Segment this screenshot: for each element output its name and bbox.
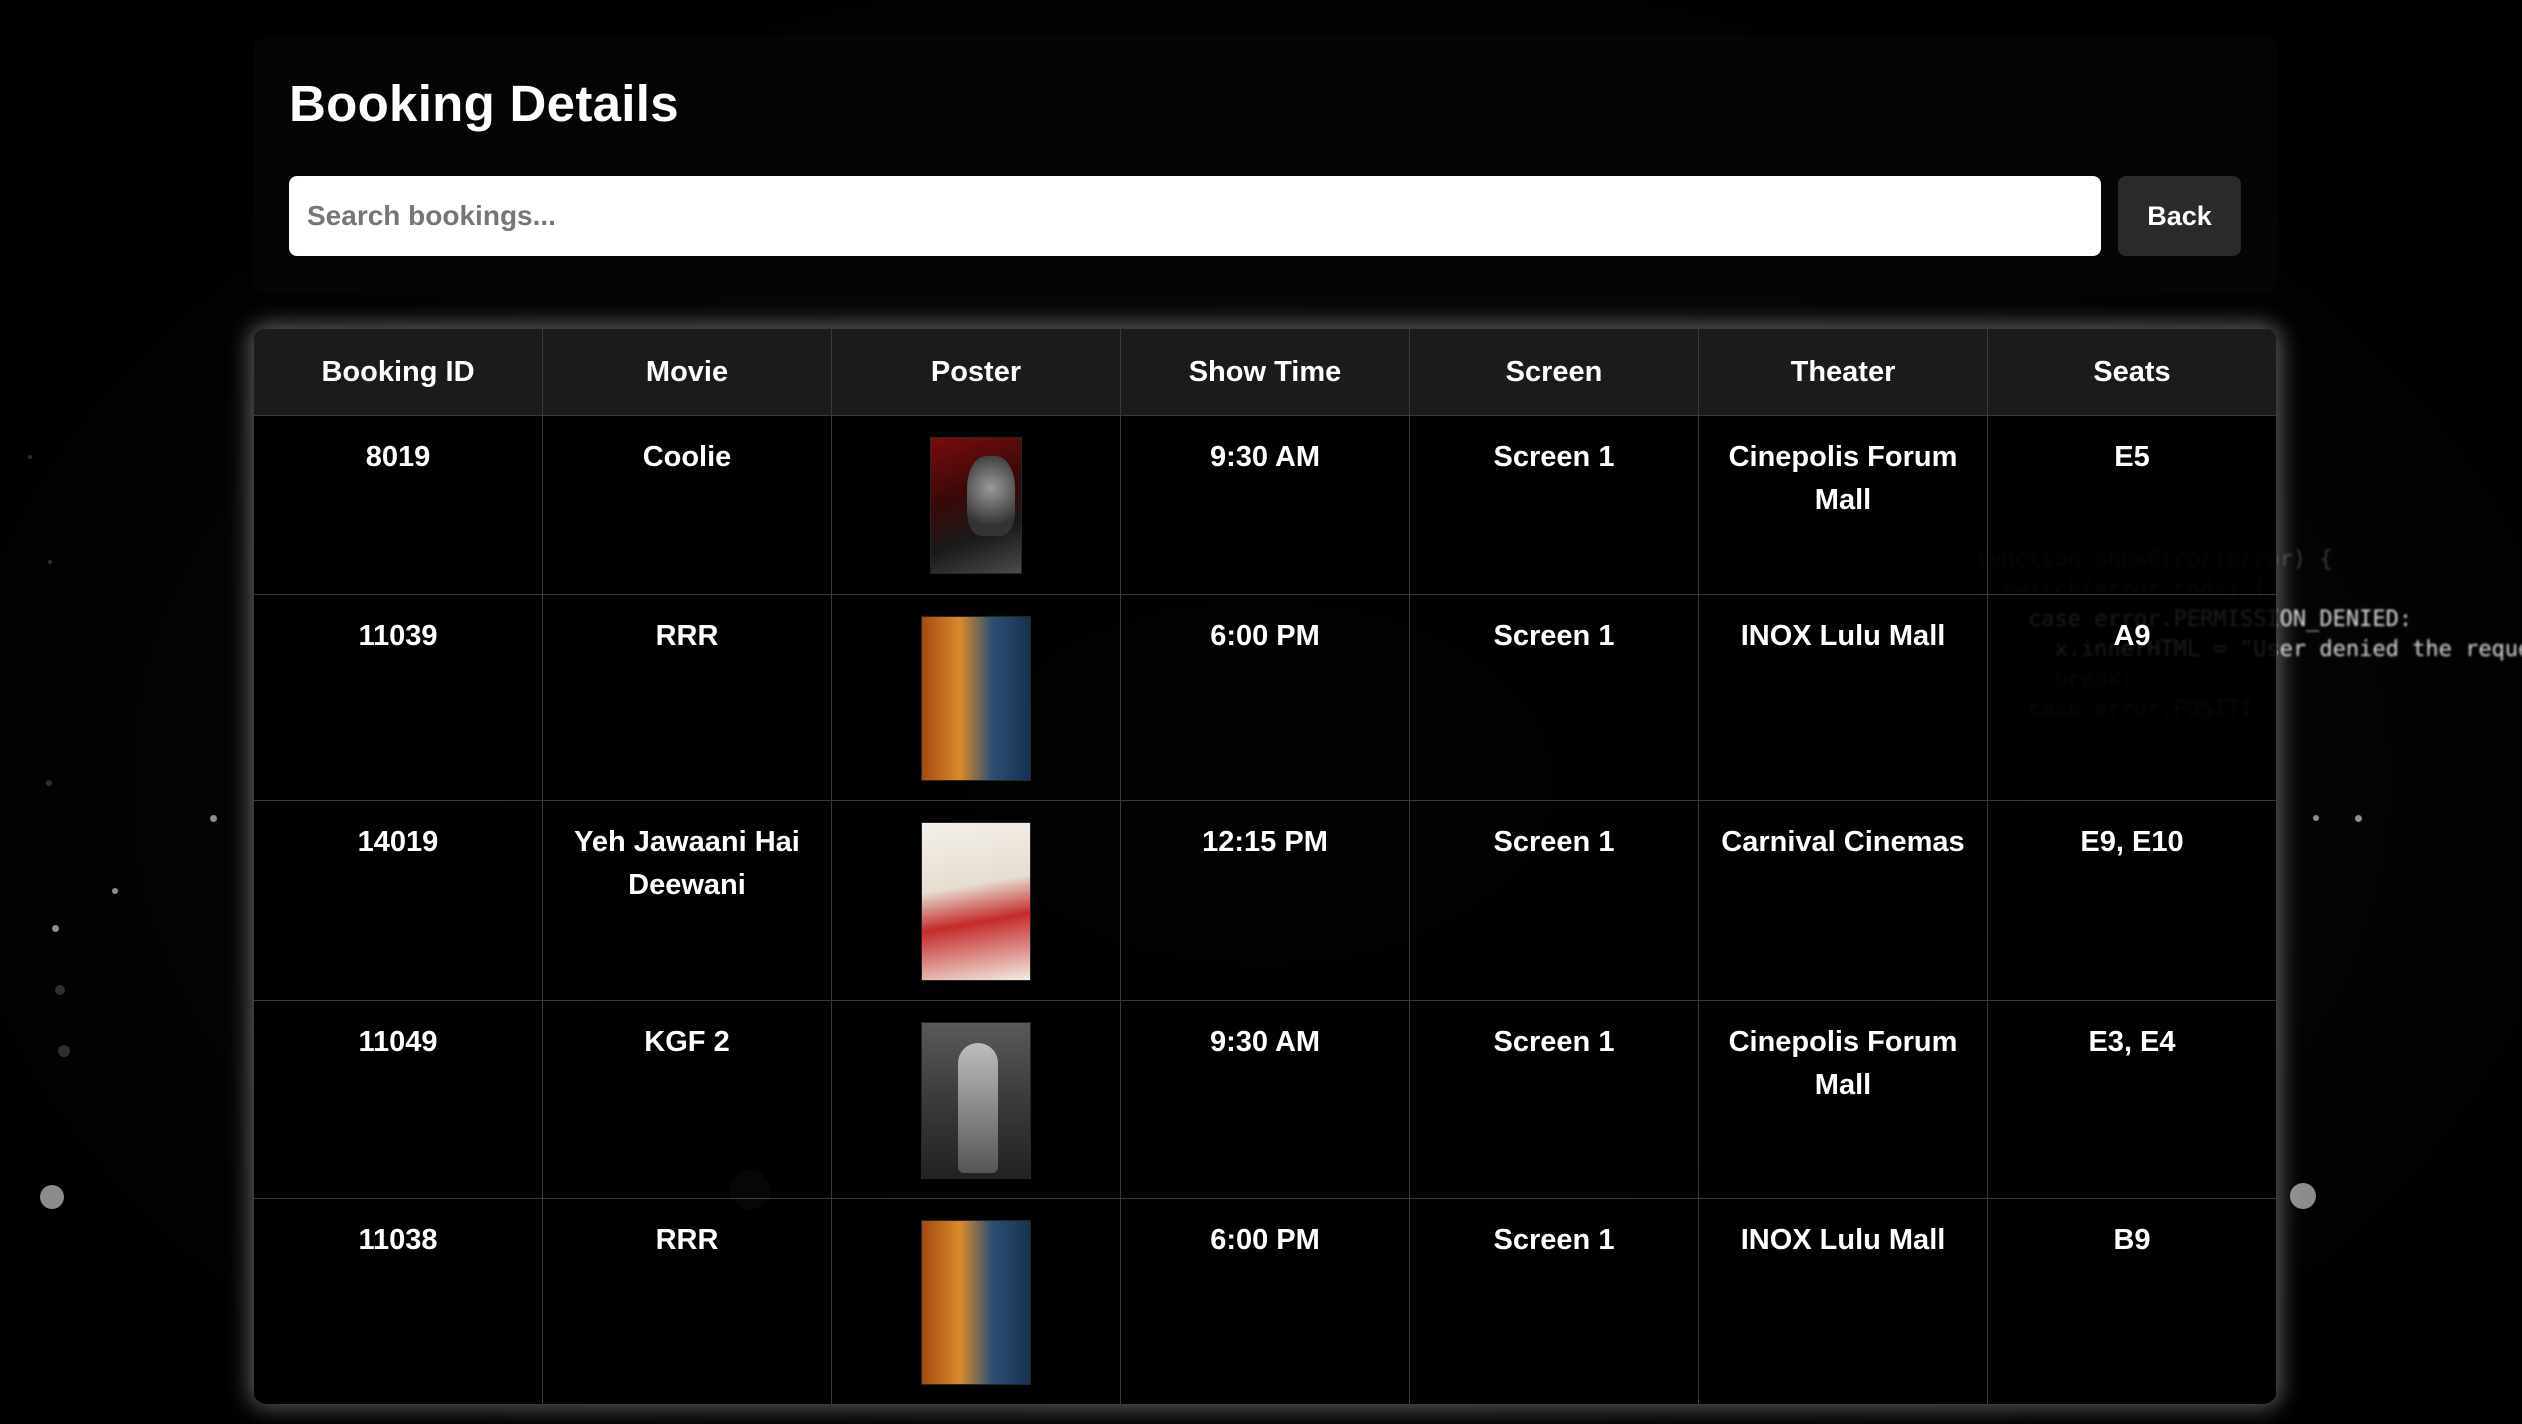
column-header-movie[interactable]: Movie [542,328,832,416]
column-header-poster[interactable]: Poster [831,328,1121,416]
seats-cell: E9, E10 [1987,800,2277,1001]
poster-cell [831,594,1121,801]
booking-id-cell: 14019 [253,800,543,1001]
kgf2-poster-image [922,1023,1030,1178]
booking-id-cell: 11039 [253,594,543,801]
poster-cell [831,1198,1121,1404]
show-time-cell: 12:15 PM [1120,800,1410,1001]
rrr-poster-image [922,1221,1030,1384]
column-header-booking-id[interactable]: Booking ID [253,328,543,416]
screen-cell: Screen 1 [1409,594,1699,801]
table-header-row: Booking ID Movie Poster Show Time Screen… [253,328,2277,416]
screen-cell: Screen 1 [1409,415,1699,595]
column-header-theater[interactable]: Theater [1698,328,1988,416]
seats-cell: B9 [1987,1198,2277,1404]
poster-cell [831,415,1121,595]
movie-cell: RRR [542,1198,832,1404]
screen-cell: Screen 1 [1409,1000,1699,1199]
column-header-show-time[interactable]: Show Time [1120,328,1410,416]
table-row[interactable]: 11038 RRR 6:00 PM Screen 1 INOX Lulu Mal… [253,1198,2277,1404]
theater-cell: INOX Lulu Mall [1698,1198,1988,1404]
show-time-cell: 9:30 AM [1120,1000,1410,1199]
show-time-cell: 9:30 AM [1120,415,1410,595]
booking-id-cell: 11038 [253,1198,543,1404]
table-row[interactable]: 11039 RRR 6:00 PM Screen 1 INOX Lulu Mal… [253,594,2277,801]
screen-cell: Screen 1 [1409,800,1699,1001]
page-title: Booking Details [289,75,679,132]
table-row[interactable]: 8019 Coolie 9:30 AM Screen 1 Cinepolis F… [253,415,2277,595]
table-row[interactable]: 11049 KGF 2 9:30 AM Screen 1 Cinepolis F… [253,1000,2277,1199]
theater-cell: Cinepolis Forum Mall [1698,1000,1988,1199]
rrr-poster-image [922,617,1030,780]
movie-cell: KGF 2 [542,1000,832,1199]
movie-cell: Yeh Jawaani Hai Deewani [542,800,832,1001]
seats-cell: E3, E4 [1987,1000,2277,1199]
column-header-screen[interactable]: Screen [1409,328,1699,416]
column-header-seats[interactable]: Seats [1987,328,2277,416]
theater-cell: Cinepolis Forum Mall [1698,415,1988,595]
seats-cell: E5 [1987,415,2277,595]
show-time-cell: 6:00 PM [1120,594,1410,801]
screen-cell: Screen 1 [1409,1198,1699,1404]
poster-cell [831,800,1121,1001]
bookings-table: Booking ID Movie Poster Show Time Screen… [253,328,2277,1404]
seats-cell: A9 [1987,594,2277,801]
show-time-cell: 6:00 PM [1120,1198,1410,1404]
movie-cell: Coolie [542,415,832,595]
theater-cell: INOX Lulu Mall [1698,594,1988,801]
theater-cell: Carnival Cinemas [1698,800,1988,1001]
poster-cell [831,1000,1121,1199]
booking-id-cell: 11049 [253,1000,543,1199]
movie-cell: RRR [542,594,832,801]
search-input[interactable] [289,176,2101,256]
yjhd-poster-image [922,823,1030,980]
back-button[interactable]: Back [2118,176,2241,256]
booking-id-cell: 8019 [253,415,543,595]
table-row[interactable]: 14019 Yeh Jawaani Hai Deewani 12:15 PM S… [253,800,2277,1001]
header-panel: Booking Details Back [253,36,2277,294]
coolie-poster-image [931,438,1021,573]
